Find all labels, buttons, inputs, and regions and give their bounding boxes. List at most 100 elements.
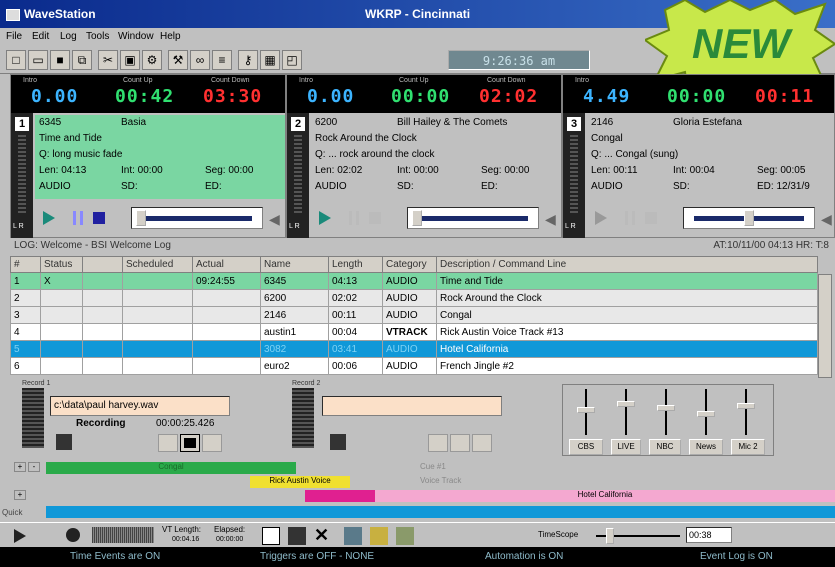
col-blank[interactable]	[82, 256, 123, 273]
speaker-icon[interactable]: ◀	[545, 211, 556, 228]
log-scrollbar[interactable]	[818, 274, 832, 378]
fader-knob[interactable]	[737, 403, 755, 409]
table-row[interactable]: 2 6200 02:02 AUDIO Rock Around the Clock	[10, 289, 818, 307]
list-icon[interactable]: ≡	[212, 50, 232, 70]
timeline-clip-hotel-california[interactable]: Hotel California	[375, 490, 835, 502]
timeline-clip-voice[interactable]: Rick Austin Voice	[250, 476, 350, 488]
menu-file[interactable]: File	[6, 31, 22, 42]
fader-knob[interactable]	[617, 401, 635, 407]
col-description[interactable]: Description / Command Line	[436, 256, 818, 273]
menu-edit[interactable]: Edit	[32, 31, 49, 42]
save-icon[interactable]	[288, 527, 306, 545]
position-slider[interactable]	[131, 207, 263, 229]
fader-live[interactable]	[611, 389, 641, 439]
collapse-icon[interactable]: -	[28, 462, 40, 472]
record-2-play-button[interactable]	[428, 434, 448, 452]
timeline-clip-transition[interactable]	[305, 490, 375, 502]
delete-icon[interactable]: ✕	[314, 525, 329, 546]
speaker-icon[interactable]: ◀	[269, 211, 280, 228]
tools-icon[interactable]	[344, 527, 362, 545]
expand-icon[interactable]: +	[14, 462, 26, 472]
fader-knob[interactable]	[697, 411, 715, 417]
record-2-stop-button[interactable]	[450, 434, 470, 452]
play-icon[interactable]	[14, 529, 26, 543]
record-2-path[interactable]	[322, 396, 502, 416]
mixer-button-news[interactable]: News	[689, 439, 723, 455]
col-status[interactable]: Status	[40, 256, 83, 273]
fader-knob[interactable]	[657, 405, 675, 411]
slider-thumb[interactable]	[412, 210, 422, 226]
mixer-button-live[interactable]: LIVE	[611, 439, 641, 455]
mixer-button-cbs[interactable]: CBS	[569, 439, 603, 455]
col-name[interactable]: Name	[260, 256, 329, 273]
station-title: WKRP - Cincinnati	[365, 7, 471, 21]
record-icon[interactable]	[66, 528, 80, 542]
new-document-icon[interactable]: □	[6, 50, 26, 70]
tools-icon[interactable]: ⚒	[168, 50, 188, 70]
play-icon[interactable]	[43, 211, 55, 225]
stop-icon[interactable]	[93, 212, 105, 224]
save-icon[interactable]: ■	[50, 50, 70, 70]
record-1-save-icon[interactable]	[56, 434, 72, 450]
paste-icon[interactable]: ▣	[120, 50, 140, 70]
mixer-button-mic2[interactable]: Mic 2	[731, 439, 765, 455]
slider-thumb[interactable]	[136, 210, 146, 226]
record-2-next-button[interactable]	[472, 434, 492, 452]
window-icon[interactable]: ◰	[282, 50, 302, 70]
pause-icon[interactable]	[349, 211, 359, 225]
fader-news[interactable]	[691, 389, 721, 439]
timescope-thumb[interactable]	[606, 528, 614, 544]
open-folder-icon[interactable]: ▭	[28, 50, 48, 70]
stop-icon[interactable]	[645, 212, 657, 224]
table-row[interactable]: 4 austin1 00:04 VTRACK Rick Austin Voice Tra…	[10, 323, 818, 341]
calendar-icon[interactable]: ▦	[260, 50, 280, 70]
wave-icon[interactable]	[396, 527, 414, 545]
record-2-save-icon[interactable]	[330, 434, 346, 450]
play-icon[interactable]	[595, 211, 607, 225]
fader-knob[interactable]	[577, 407, 595, 413]
record-1-path[interactable]: c:\data\paul harvey.wav	[50, 396, 230, 416]
fader-mic2[interactable]	[731, 389, 761, 439]
speaker-icon[interactable]: ◀	[821, 211, 832, 228]
cut-icon[interactable]: ✂	[98, 50, 118, 70]
col-category[interactable]: Category	[382, 256, 437, 273]
col-scheduled[interactable]: Scheduled	[122, 256, 193, 273]
mixer-button-nbc[interactable]: NBC	[649, 439, 681, 455]
col-number[interactable]: #	[10, 256, 41, 273]
waveform-display	[92, 527, 154, 543]
cart-info[interactable]: 2146 Gloria Estefana Congal Q: ... Conga…	[587, 115, 834, 199]
position-slider[interactable]	[407, 207, 539, 229]
record-1-stop-button[interactable]	[180, 434, 200, 452]
cart-info[interactable]: 6345 Basia Time and Tide Q: long music f…	[35, 115, 285, 199]
play-icon[interactable]	[319, 211, 331, 225]
record-1-next-button[interactable]	[202, 434, 222, 452]
timescope-input[interactable]: 00:38	[686, 527, 732, 543]
folder-icon[interactable]	[370, 527, 388, 545]
stop-icon[interactable]	[369, 212, 381, 224]
table-row[interactable]: 5 3082 03:41 AUDIO Hotel California	[10, 340, 818, 358]
pause-icon[interactable]	[625, 211, 635, 225]
binoculars-icon[interactable]: ∞	[190, 50, 210, 70]
table-row[interactable]: 6 euro2 00:06 AUDIO French Jingle #2	[10, 357, 818, 375]
fader-cbs[interactable]	[571, 389, 601, 439]
table-row[interactable]: 3 2146 00:11 AUDIO Congal	[10, 306, 818, 324]
slider-thumb[interactable]	[744, 210, 754, 226]
menu-help[interactable]: Help	[160, 31, 181, 42]
cart-info[interactable]: 6200 Bill Hailey & The Comets Rock Aroun…	[311, 115, 561, 199]
record-1-play-button[interactable]	[158, 434, 178, 452]
menu-tools[interactable]: Tools	[86, 31, 109, 42]
position-slider[interactable]	[683, 207, 815, 229]
fader-nbc[interactable]	[651, 389, 681, 439]
menu-window[interactable]: Window	[118, 31, 154, 42]
table-row[interactable]: 1 X 09:24:55 6345 04:13 AUDIO Time and Tide	[10, 272, 818, 290]
preferences-icon[interactable]: ⚙	[142, 50, 162, 70]
expand-icon[interactable]: +	[14, 490, 26, 500]
key-icon[interactable]: ⚷	[238, 50, 258, 70]
copy-icon[interactable]: ⧉	[72, 50, 92, 70]
timeline-clip-congal[interactable]: Congal	[46, 462, 296, 474]
new-document-icon[interactable]	[262, 527, 280, 545]
col-actual[interactable]: Actual	[192, 256, 261, 273]
menu-log[interactable]: Log	[60, 31, 77, 42]
pause-icon[interactable]	[73, 211, 83, 225]
col-length[interactable]: Length	[328, 256, 383, 273]
